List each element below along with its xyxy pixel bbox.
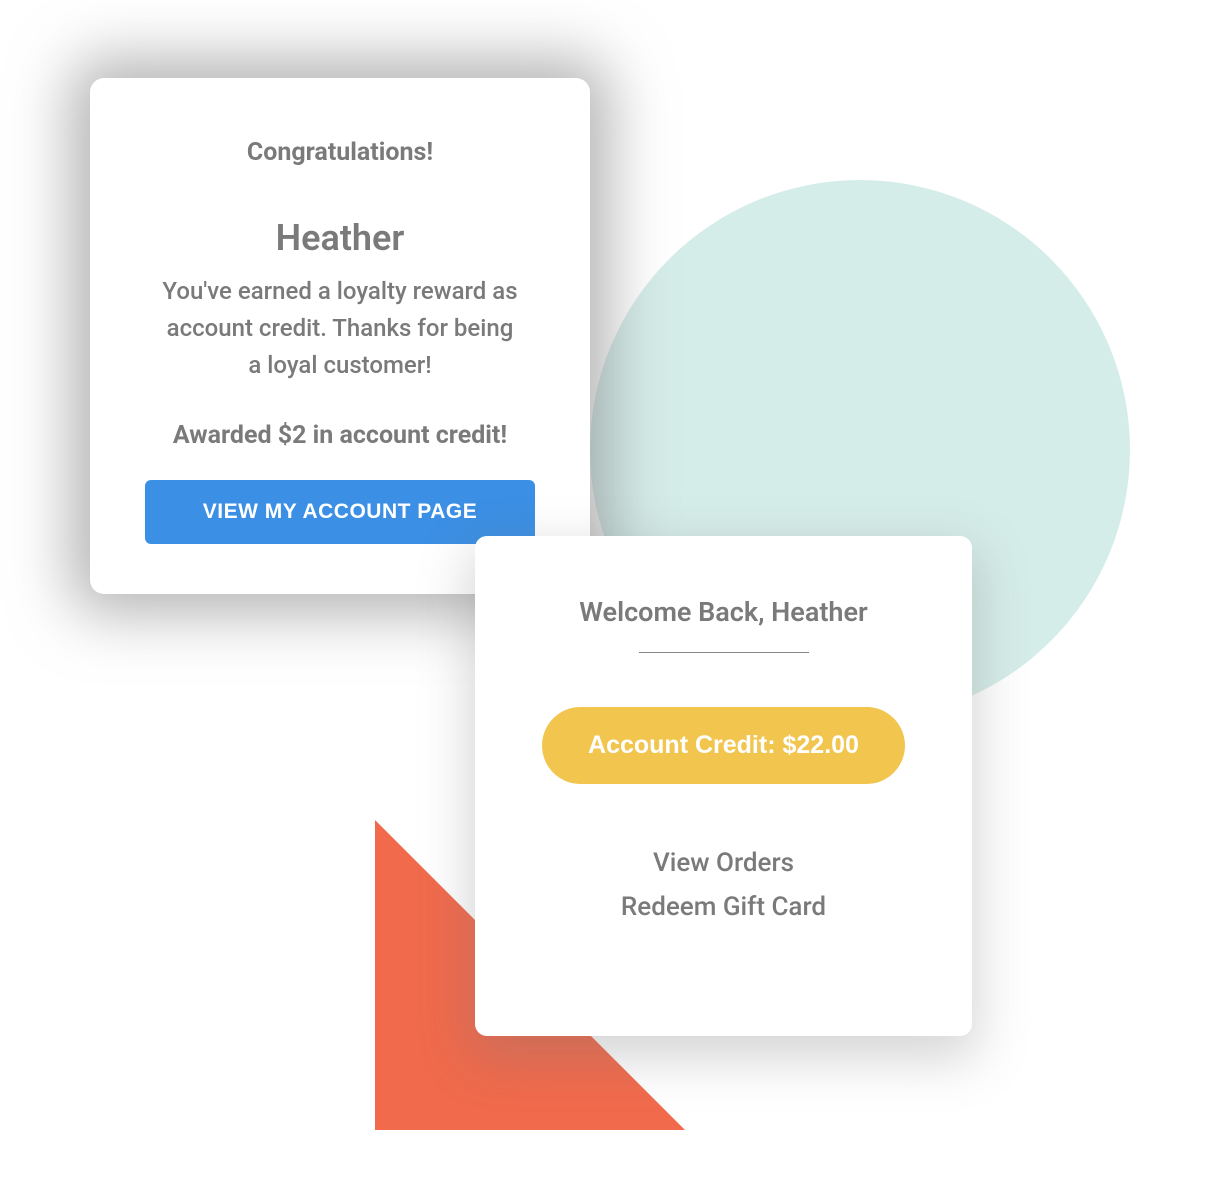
account-credit-pill[interactable]: Account Credit: $22.00 (542, 707, 905, 784)
reward-message: You've earned a loyalty reward as accoun… (120, 273, 560, 385)
view-orders-link[interactable]: View Orders (515, 848, 932, 878)
view-account-button[interactable]: VIEW MY ACCOUNT PAGE (145, 480, 535, 544)
user-name: Heather (120, 217, 560, 259)
awarded-credit-text: Awarded $2 in account credit! (120, 421, 560, 450)
account-summary-card: Welcome Back, Heather Account Credit: $2… (475, 536, 972, 1036)
loyalty-reward-card: Congratulations! Heather You've earned a… (90, 78, 590, 594)
divider (639, 652, 809, 653)
redeem-gift-card-link[interactable]: Redeem Gift Card (515, 892, 932, 922)
congratulations-heading: Congratulations! (120, 138, 560, 167)
welcome-back-heading: Welcome Back, Heather (515, 596, 932, 628)
stage: Congratulations! Heather You've earned a… (0, 0, 1230, 1180)
